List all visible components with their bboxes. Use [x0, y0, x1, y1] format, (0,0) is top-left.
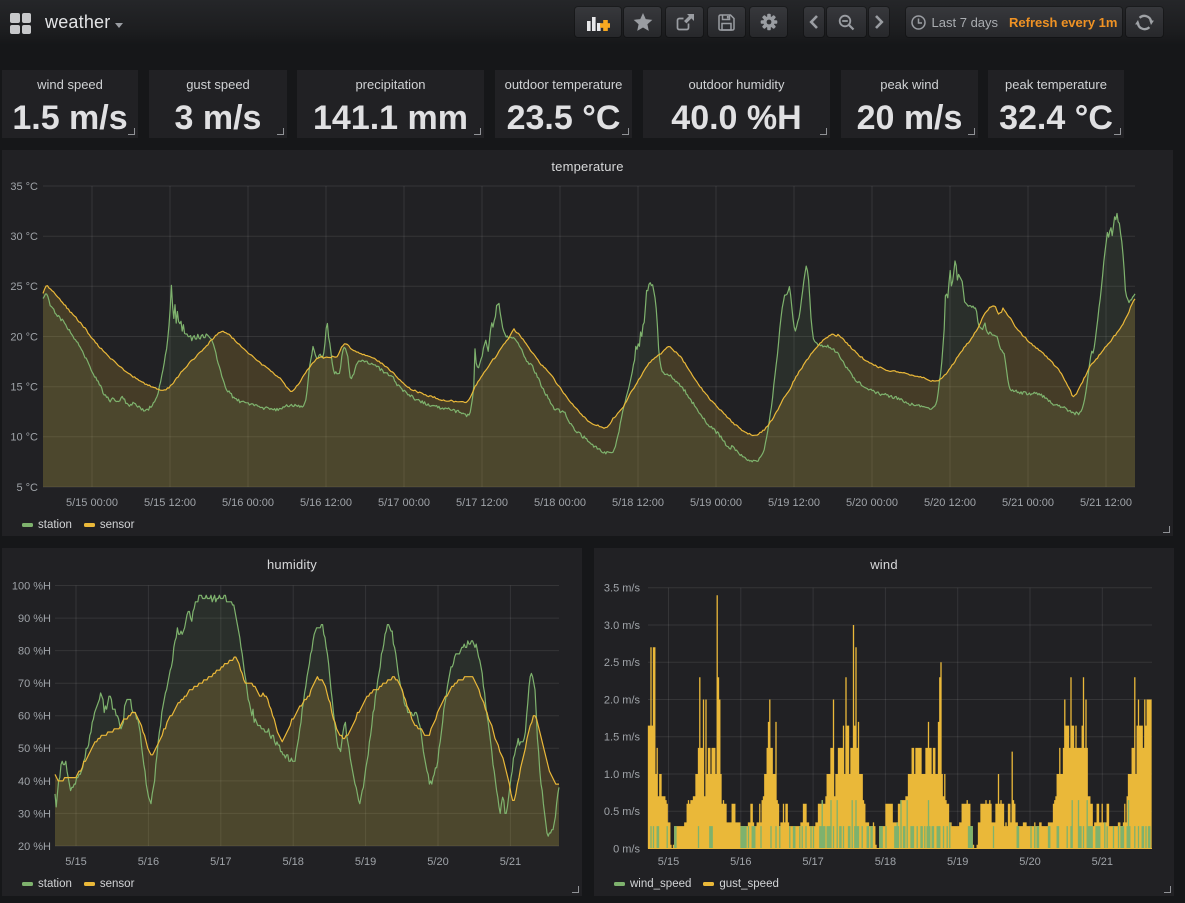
svg-text:3.5 m/s: 3.5 m/s [604, 583, 641, 595]
svg-text:35 °C: 35 °C [10, 181, 38, 193]
svg-text:5/15: 5/15 [658, 856, 679, 868]
svg-text:5/21 00:00: 5/21 00:00 [1002, 497, 1054, 509]
svg-text:5/17: 5/17 [210, 856, 231, 868]
svg-text:30 %H: 30 %H [18, 808, 51, 820]
svg-text:2.0 m/s: 2.0 m/s [604, 694, 641, 706]
svg-text:5/15 12:00: 5/15 12:00 [144, 497, 196, 509]
svg-text:5/19: 5/19 [947, 856, 968, 868]
svg-text:3.0 m/s: 3.0 m/s [604, 620, 641, 632]
svg-text:10 °C: 10 °C [10, 432, 38, 444]
svg-text:5/18: 5/18 [282, 856, 303, 868]
svg-text:5/16 00:00: 5/16 00:00 [222, 497, 274, 509]
svg-text:5/15 00:00: 5/15 00:00 [66, 497, 118, 509]
svg-text:5/20: 5/20 [427, 856, 448, 868]
svg-text:2.5 m/s: 2.5 m/s [604, 657, 641, 669]
svg-text:5/16 12:00: 5/16 12:00 [300, 497, 352, 509]
svg-text:0 m/s: 0 m/s [613, 843, 640, 855]
svg-text:5/18: 5/18 [875, 856, 896, 868]
svg-text:5/19: 5/19 [355, 856, 376, 868]
svg-text:5/16: 5/16 [138, 856, 159, 868]
svg-text:5/21: 5/21 [1092, 856, 1113, 868]
svg-text:5/21 12:00: 5/21 12:00 [1080, 497, 1132, 509]
svg-text:5/19 00:00: 5/19 00:00 [690, 497, 742, 509]
svg-text:5/20 12:00: 5/20 12:00 [924, 497, 976, 509]
svg-text:100 %H: 100 %H [12, 580, 51, 592]
svg-text:5 °C: 5 °C [16, 482, 38, 494]
svg-text:70 %H: 70 %H [18, 678, 51, 690]
svg-text:5/19 12:00: 5/19 12:00 [768, 497, 820, 509]
svg-text:5/21: 5/21 [500, 856, 521, 868]
svg-text:5/15: 5/15 [65, 856, 86, 868]
svg-text:1.0 m/s: 1.0 m/s [604, 769, 641, 781]
svg-text:25 °C: 25 °C [10, 281, 38, 293]
svg-text:5/20: 5/20 [1019, 856, 1040, 868]
svg-text:50 %H: 50 %H [18, 743, 51, 755]
svg-text:5/18 00:00: 5/18 00:00 [534, 497, 586, 509]
svg-text:5/20 00:00: 5/20 00:00 [846, 497, 898, 509]
svg-text:80 %H: 80 %H [18, 646, 51, 658]
svg-text:5/18 12:00: 5/18 12:00 [612, 497, 664, 509]
svg-text:15 °C: 15 °C [10, 382, 38, 394]
svg-text:60 %H: 60 %H [18, 711, 51, 723]
svg-text:1.5 m/s: 1.5 m/s [604, 732, 641, 744]
svg-text:5/17: 5/17 [802, 856, 823, 868]
svg-text:30 °C: 30 °C [10, 231, 38, 243]
svg-text:0.5 m/s: 0.5 m/s [604, 806, 641, 818]
svg-text:40 %H: 40 %H [18, 776, 51, 788]
svg-text:5/17 00:00: 5/17 00:00 [378, 497, 430, 509]
svg-text:5/17 12:00: 5/17 12:00 [456, 497, 508, 509]
svg-text:5/16: 5/16 [730, 856, 751, 868]
svg-text:20 %H: 20 %H [18, 841, 51, 853]
svg-text:20 °C: 20 °C [10, 331, 38, 343]
svg-text:90 %H: 90 %H [18, 613, 51, 625]
